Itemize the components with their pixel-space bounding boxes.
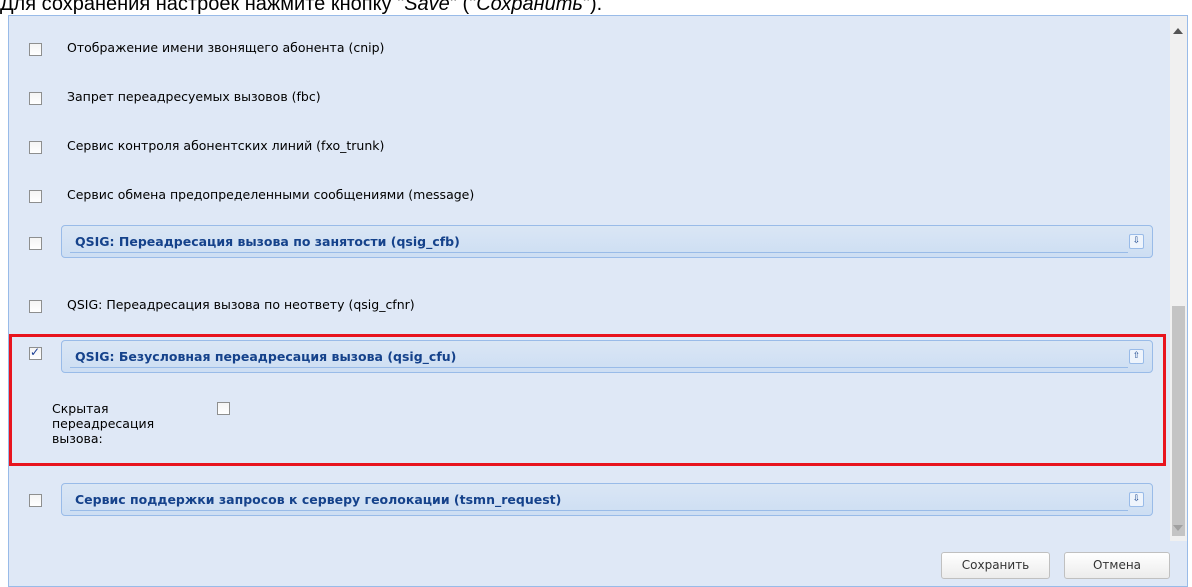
checkbox-fbc[interactable] (29, 92, 42, 105)
service-label-cnip: Отображение имени звонящего абонента (cn… (67, 40, 385, 55)
fieldset-qsig-cfb[interactable]: QSIG: Переадресация вызова по занятости … (61, 225, 1153, 258)
scroll-up-arrow-icon[interactable] (1173, 28, 1183, 34)
fieldset-title-qsig-cfu: QSIG: Безусловная переадресация вызова (… (75, 349, 457, 364)
service-label-fxo-trunk: Сервис контроля абонентских линий (fxo_t… (67, 138, 385, 153)
services-scroll-area: Отображение имени звонящего абонента (cn… (9, 16, 1171, 541)
checkbox-fxo-trunk[interactable] (29, 141, 42, 154)
scroll-down-arrow-icon[interactable] (1173, 525, 1183, 531)
chevron-down-icon[interactable]: ⇩ (1129, 234, 1144, 249)
fieldset-divider (70, 367, 1128, 368)
cancel-button[interactable]: Отмена (1064, 552, 1170, 579)
chevron-down-icon[interactable]: ⇩ (1129, 492, 1144, 507)
fieldset-divider (70, 252, 1128, 253)
fieldset-tsmn-request[interactable]: Сервис поддержки запросов к серверу геол… (61, 483, 1153, 516)
service-label-qsig-cfnr: QSIG: Переадресация вызова по неответу (… (67, 297, 415, 312)
fieldset-divider (70, 510, 1128, 511)
vertical-scrollbar[interactable] (1170, 16, 1187, 541)
hidden-redirect-label: Скрытая переадресация вызова: (52, 401, 155, 446)
fieldset-title-tsmn-request: Сервис поддержки запросов к серверу геол… (75, 492, 562, 507)
checkbox-cnip[interactable] (29, 43, 42, 56)
service-label-message: Сервис обмена предопределенными сообщени… (67, 187, 475, 202)
save-ru-text: Сохранить (476, 0, 583, 15)
checkbox-qsig-cfnr[interactable] (29, 300, 42, 313)
checkbox-message[interactable] (29, 190, 42, 203)
fieldset-title-qsig-cfb: QSIG: Переадресация вызова по занятости … (75, 234, 460, 249)
services-panel: Отображение имени звонящего абонента (cn… (8, 15, 1188, 587)
fieldset-qsig-cfu[interactable]: QSIG: Безусловная переадресация вызова (… (61, 340, 1153, 373)
save-en-text: Save (404, 0, 450, 15)
save-button[interactable]: Сохранить (941, 552, 1050, 579)
checkbox-hidden-redirect[interactable] (217, 402, 230, 415)
service-label-fbc: Запрет переадресуемых вызовов (fbc) (67, 89, 321, 104)
checkbox-qsig-cfb[interactable] (29, 237, 42, 250)
checkbox-qsig-cfu[interactable] (29, 345, 42, 360)
chevron-up-icon[interactable]: ⇧ (1129, 349, 1144, 364)
scrollbar-thumb[interactable] (1172, 306, 1185, 536)
checkbox-tsmn-request[interactable] (29, 494, 42, 507)
